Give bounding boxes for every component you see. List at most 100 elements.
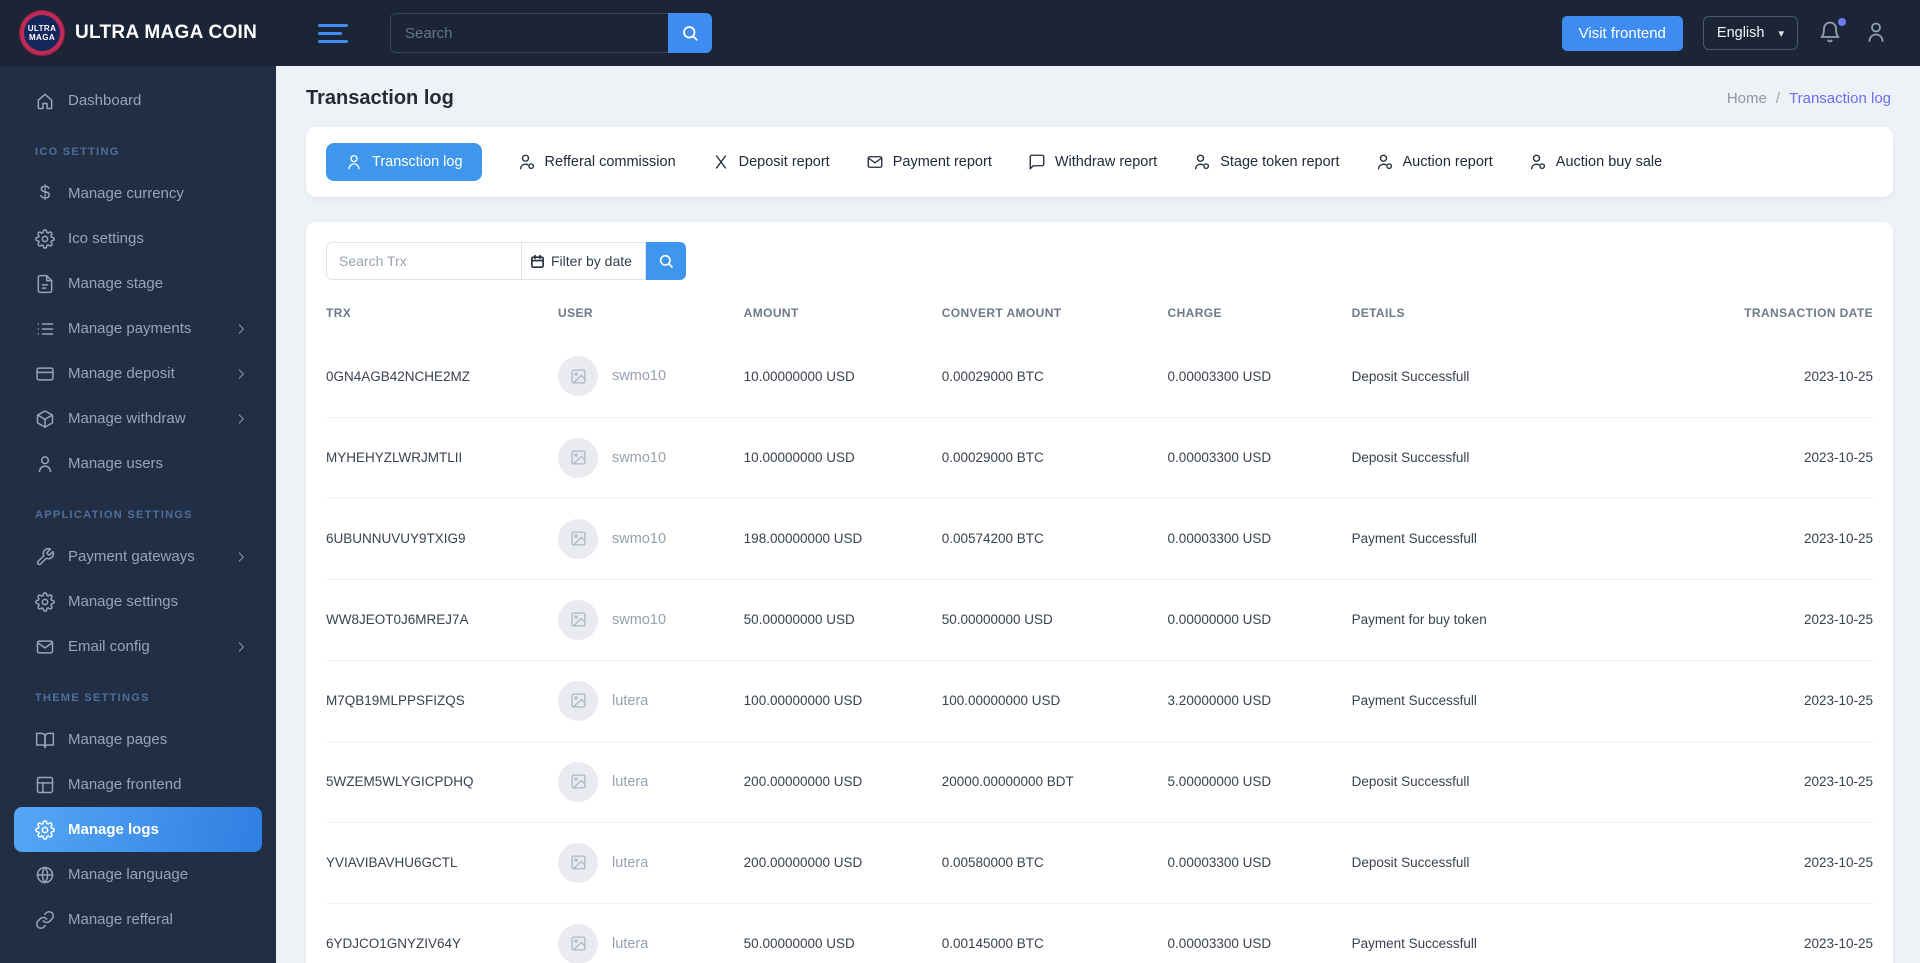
- convert-amount-cell: 0.00029000 BTC: [941, 368, 1044, 384]
- sidebar-item-payment-gateways[interactable]: Payment gateways: [14, 534, 262, 579]
- sidebar-item-ico-settings[interactable]: Ico settings: [14, 216, 262, 261]
- sidebar-item-manage-logs[interactable]: Manage logs: [14, 807, 262, 852]
- tab-label: Stage token report: [1220, 154, 1340, 170]
- sidebar-section-application-settings: APPLICATION SETTINGS: [35, 509, 193, 521]
- sidebar-item-manage-frontend[interactable]: Manage frontend: [14, 762, 262, 807]
- search-trx-input[interactable]: [326, 242, 522, 280]
- table-row: 5WZEM5WLYGICPDHQ lutera 200.00000000 USD…: [326, 741, 1873, 822]
- breadcrumb-home-link[interactable]: Home: [1727, 90, 1767, 107]
- search-input[interactable]: [390, 13, 668, 53]
- sidebar-item-label: Manage logs: [68, 821, 159, 838]
- filter-by-date-label: Filter by date: [551, 253, 632, 269]
- charge-cell: 0.00000000 USD: [1167, 612, 1272, 627]
- tab-label: Withdraw report: [1054, 154, 1158, 170]
- package-icon: [35, 409, 55, 429]
- username: swmo10: [612, 449, 667, 466]
- transaction-date-cell: 2023-10-25: [1803, 612, 1873, 627]
- image-icon: [570, 773, 587, 790]
- sidebar-item-label: Manage users: [68, 455, 164, 472]
- trx-cell: M7QB19MLPPSFIZQS: [326, 693, 465, 708]
- table-row: M7QB19MLPPSFIZQS lutera 100.00000000 USD…: [326, 660, 1873, 741]
- page-header: Transaction log Home / Transaction log: [306, 66, 1893, 127]
- tab-auction-report[interactable]: Auction report: [1376, 153, 1493, 171]
- tab-label: Payment report: [892, 154, 992, 170]
- filter-by-date-input[interactable]: Filter by date: [522, 242, 646, 280]
- convert-amount-cell: 50.00000000 USD: [941, 612, 1053, 627]
- convert-amount-cell: 20000.00000000 BDT: [941, 774, 1074, 789]
- sidebar-item-label: Manage pages: [68, 731, 168, 748]
- notifications-bell[interactable]: [1818, 18, 1846, 46]
- table-header: TRX USER AMOUNT CONVERT AMOUNT CHARGE DE…: [326, 296, 1873, 336]
- hamburger-menu-icon[interactable]: [318, 23, 348, 43]
- sidebar-item-manage-deposit[interactable]: Manage deposit: [14, 351, 262, 396]
- breadcrumb-separator: /: [1775, 90, 1780, 107]
- table-row: 6YDJCO1GNYZIV64Y lutera 50.00000000 USD …: [326, 903, 1873, 963]
- sidebar-item-dashboard[interactable]: Dashboard: [14, 78, 262, 123]
- table-row: WW8JEOT0J6MREJ7A swmo10 50.00000000 USD …: [326, 579, 1873, 660]
- tab-stage-token-report[interactable]: Stage token report: [1193, 153, 1340, 171]
- chevron-right-icon: [234, 550, 248, 564]
- mail-icon: [35, 637, 55, 657]
- tab-auction-buy-sale[interactable]: Auction buy sale: [1529, 153, 1662, 171]
- visit-frontend-button[interactable]: Visit frontend: [1561, 15, 1683, 51]
- sidebar-item-label: Manage language: [68, 866, 189, 883]
- home-icon: [35, 91, 55, 111]
- sidebar-item-manage-stage[interactable]: Manage stage: [14, 261, 262, 306]
- topbar-actions: Visit frontend English ▾: [1561, 15, 1890, 51]
- transaction-date-cell: 2023-10-25: [1803, 693, 1873, 708]
- col-charge: CHARGE: [1167, 306, 1222, 320]
- sidebar-item-manage-payments[interactable]: Manage payments: [14, 306, 262, 351]
- details-cell: Payment for buy token: [1351, 612, 1487, 627]
- cross-lines-icon: [712, 153, 730, 171]
- username: lutera: [612, 935, 649, 952]
- sidebar-item-manage-users[interactable]: Manage users: [14, 441, 262, 486]
- avatar: [558, 437, 599, 478]
- username: lutera: [612, 773, 649, 790]
- sidebar-item-email-config[interactable]: Email config: [14, 624, 262, 669]
- col-details: DETAILS: [1351, 306, 1405, 320]
- breadcrumb-current[interactable]: Transaction log: [1789, 90, 1891, 107]
- table-filters: Filter by date: [326, 242, 1873, 280]
- search-button[interactable]: [668, 13, 712, 53]
- details-cell: Payment Successfull: [1351, 693, 1477, 708]
- user-cell: lutera: [558, 903, 744, 963]
- transaction-date-cell: 2023-10-25: [1803, 855, 1873, 870]
- sidebar-item-label: Payment gateways: [68, 548, 195, 565]
- transaction-date-cell: 2023-10-25: [1803, 450, 1873, 465]
- tab-label: Transction log: [372, 154, 463, 170]
- sidebar-section-theme-settings: THEME SETTINGS: [35, 692, 150, 704]
- wrench-icon: [35, 547, 55, 567]
- sidebar-item-manage-currency[interactable]: $ Manage currency: [14, 171, 262, 216]
- tab-payment-report[interactable]: Payment report: [866, 153, 992, 171]
- charge-cell: 0.00003300 USD: [1167, 936, 1272, 952]
- convert-amount-cell: 0.00145000 BTC: [941, 936, 1044, 952]
- language-select[interactable]: English ▾: [1702, 16, 1798, 50]
- breadcrumb: Home / Transaction log: [1727, 90, 1891, 107]
- charge-cell: 0.00003300 USD: [1167, 368, 1272, 384]
- col-amount: AMOUNT: [743, 306, 799, 320]
- tab-label: Auction buy sale: [1555, 154, 1663, 170]
- sidebar: ULTRA MAGA ULTRA MAGA COIN Dashboard ICO…: [0, 0, 276, 963]
- filter-search-button[interactable]: [646, 242, 686, 280]
- profile-menu[interactable]: [1864, 20, 1890, 46]
- tab-label: Deposit report: [738, 154, 830, 170]
- sidebar-item-manage-refferal[interactable]: Manage refferal: [14, 897, 262, 942]
- tab-transaction-log[interactable]: Transction log: [326, 143, 482, 181]
- sidebar-item-manage-language[interactable]: Manage language: [14, 852, 262, 897]
- convert-amount-cell: 0.00574200 BTC: [941, 531, 1044, 546]
- user-icon: [35, 454, 55, 474]
- gear-icon: [35, 229, 55, 249]
- avatar: [558, 680, 599, 721]
- sidebar-item-manage-withdraw[interactable]: Manage withdraw: [14, 396, 262, 441]
- sidebar-nav: Dashboard ICO SETTING $ Manage currency …: [0, 66, 276, 942]
- tab-deposit-report[interactable]: Deposit report: [712, 153, 830, 171]
- user-icon: [345, 153, 363, 171]
- sidebar-item-manage-settings[interactable]: Manage settings: [14, 579, 262, 624]
- credit-card-icon: [35, 364, 55, 384]
- sidebar-item-label: Dashboard: [68, 92, 142, 109]
- username: lutera: [612, 854, 649, 871]
- sidebar-item-manage-pages[interactable]: Manage pages: [14, 717, 262, 762]
- tab-refferal-commission[interactable]: Refferal commission: [518, 153, 676, 171]
- tab-withdraw-report[interactable]: Withdraw report: [1028, 153, 1157, 171]
- globe-icon: [35, 865, 55, 885]
